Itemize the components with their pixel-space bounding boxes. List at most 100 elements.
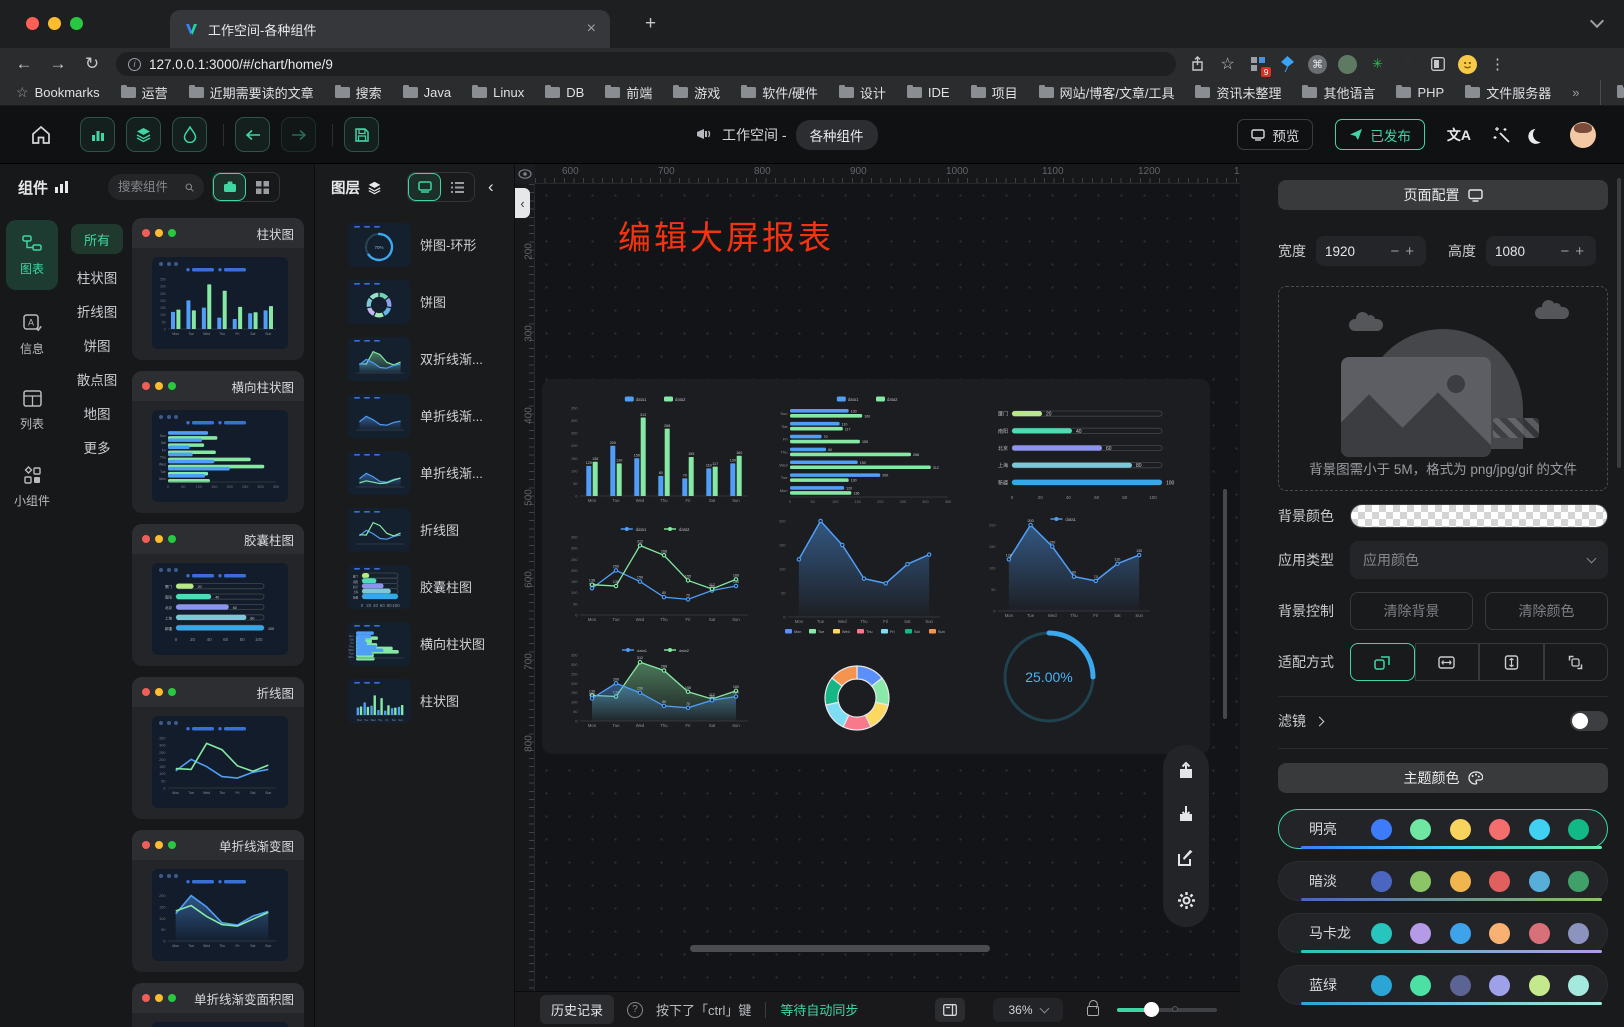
- theme-option-蓝绿[interactable]: 蓝绿: [1278, 965, 1608, 1005]
- tab-search-chevron-icon[interactable]: [1590, 14, 1604, 28]
- bookmark-item[interactable]: 游戏: [673, 83, 720, 102]
- theme-color-dot[interactable]: [1450, 923, 1471, 944]
- detail-panel-toggle-button[interactable]: [172, 117, 207, 152]
- maximize-window-button[interactable]: [70, 17, 83, 30]
- background-upload-dropzone[interactable]: 背景图需小于 5M，格式为 png/jpg/gif 的文件: [1278, 286, 1608, 491]
- dashboard-preview[interactable]: data1data2050100150200250300350Mon120136…: [542, 379, 1210, 754]
- unlock-icon[interactable]: [1087, 1006, 1099, 1016]
- theme-color-dot[interactable]: [1371, 923, 1392, 944]
- reader-mode-icon[interactable]: [1428, 55, 1447, 74]
- search-input[interactable]: [118, 180, 180, 194]
- layer-item-折线图[interactable]: 折线图: [315, 501, 514, 558]
- save-button[interactable]: [344, 117, 379, 152]
- theme-color-dot[interactable]: [1568, 975, 1589, 996]
- theme-color-dot[interactable]: [1489, 975, 1510, 996]
- background-color-swatch[interactable]: [1350, 504, 1608, 528]
- chart-capsule[interactable]: 厦门20南阳40北京60上海80新疆100020406080100: [980, 391, 1198, 515]
- minimize-window-button[interactable]: [48, 17, 61, 30]
- thumbnail-view-button[interactable]: [408, 173, 441, 201]
- height-stepper[interactable]: 1080 − +: [1486, 236, 1596, 266]
- browser-forward-icon[interactable]: →: [48, 54, 68, 74]
- chart-ring-progress[interactable]: 25.00%: [974, 607, 1144, 747]
- panel-scrollbar[interactable]: [1617, 178, 1621, 468]
- grid-view-button[interactable]: [246, 173, 279, 201]
- theme-option-马卡龙[interactable]: 马卡龙: [1278, 913, 1608, 953]
- sidebar-item-charts[interactable]: 图表: [6, 220, 58, 290]
- component-card-折线图[interactable]: 折线图050100150200250300350MonTueWedThuFriS…: [132, 677, 304, 819]
- bookmark-item[interactable]: 项目: [971, 83, 1018, 102]
- fit-width-button[interactable]: [1415, 643, 1480, 681]
- bookmark-star-icon[interactable]: ☆: [1218, 55, 1237, 74]
- sidebar-item-info[interactable]: A信息: [6, 304, 58, 366]
- address-bar[interactable]: i 127.0.0.1:3000/#/chart/home/9: [116, 52, 1176, 76]
- bookmark-item[interactable]: Linux: [472, 85, 524, 100]
- canvas-vertical-scrollbar[interactable]: [1223, 489, 1227, 719]
- category-散点图[interactable]: 散点图: [77, 369, 118, 390]
- report-panel-button[interactable]: [935, 998, 965, 1022]
- browser-tab[interactable]: 工作空间-各种组件 ×: [170, 10, 610, 48]
- user-avatar[interactable]: [1570, 122, 1596, 148]
- bookmark-item[interactable]: 设计: [839, 83, 886, 102]
- theme-color-dot[interactable]: [1529, 975, 1550, 996]
- chart-area-double[interactable]: data1data2050100150200250300350MonTueWed…: [554, 643, 756, 747]
- chart-horizontal-bar[interactable]: data1data2Sun130160Sat110117Fri70155Thu8…: [764, 391, 964, 515]
- bookmark-item[interactable]: 搜索: [335, 83, 382, 102]
- chevron-right-icon[interactable]: [1315, 716, 1325, 726]
- category-所有[interactable]: 所有: [71, 224, 123, 254]
- theme-color-dot[interactable]: [1371, 975, 1392, 996]
- decrement-icon[interactable]: −: [1387, 243, 1402, 260]
- clear-color-button[interactable]: 清除颜色: [1485, 592, 1608, 630]
- tab-close-icon[interactable]: ×: [587, 20, 596, 38]
- dark-mode-icon[interactable]: [1531, 125, 1549, 143]
- category-折线图[interactable]: 折线图: [77, 301, 118, 322]
- panel-collapse-handle[interactable]: ‹: [515, 188, 530, 218]
- browser-menu-icon[interactable]: ⋮: [1488, 55, 1507, 74]
- bookmark-item[interactable]: 资讯未整理: [1195, 83, 1281, 102]
- bookmark-item[interactable]: 文件服务器: [1465, 83, 1551, 102]
- bookmark-item[interactable]: 软件/硬件: [741, 83, 818, 102]
- export-button[interactable]: [1169, 754, 1203, 788]
- extension-green-circle-icon[interactable]: [1338, 55, 1357, 74]
- category-柱状图[interactable]: 柱状图: [77, 267, 118, 288]
- other-bookmarks[interactable]: 其他书签: [1600, 80, 1624, 106]
- magic-wand-icon[interactable]: [1493, 126, 1511, 144]
- sidebar-item-widgets[interactable]: 小组件: [6, 456, 58, 518]
- undo-button[interactable]: [235, 117, 270, 152]
- layer-item-双折线渐...[interactable]: 双折线渐...: [315, 330, 514, 387]
- bookmark-item[interactable]: 其他语言: [1302, 83, 1375, 102]
- filter-toggle[interactable]: [1570, 711, 1608, 731]
- bookmarks-root[interactable]: ☆ Bookmarks: [16, 84, 100, 101]
- canvas-text-component[interactable]: 编辑大屏报表: [618, 211, 834, 259]
- ruler-corner[interactable]: [515, 164, 535, 184]
- theme-color-dot[interactable]: [1450, 871, 1471, 892]
- home-icon[interactable]: [30, 125, 52, 145]
- publish-button[interactable]: 已发布: [1335, 119, 1425, 150]
- theme-color-dot[interactable]: [1568, 819, 1589, 840]
- width-value[interactable]: 1920: [1325, 244, 1387, 259]
- component-card-胶囊柱图[interactable]: 胶囊柱图厦门20南阳40北京60上海80新疆100020406080100: [132, 524, 304, 666]
- slider-thumb[interactable]: [1144, 1002, 1159, 1017]
- extension-asterisk-icon[interactable]: ✳: [1368, 55, 1387, 74]
- theme-color-dot[interactable]: [1450, 819, 1471, 840]
- theme-color-dot[interactable]: [1371, 871, 1392, 892]
- theme-color-dot[interactable]: [1410, 871, 1431, 892]
- layer-item-单折线渐...[interactable]: 单折线渐...: [315, 387, 514, 444]
- workspace-name-badge[interactable]: 各种组件: [796, 120, 878, 150]
- macos-traffic-lights[interactable]: [26, 17, 83, 30]
- bookmark-item[interactable]: 前端: [605, 83, 652, 102]
- new-tab-button[interactable]: +: [645, 16, 656, 32]
- fit-height-button[interactable]: [1479, 643, 1544, 681]
- sidebar-item-list[interactable]: 列表: [6, 380, 58, 442]
- component-card-单折线渐变面积图[interactable]: 单折线渐变面积图050100150200MonTueWedThuFriSatSu…: [132, 983, 304, 1027]
- theme-option-明亮[interactable]: 明亮: [1278, 809, 1608, 849]
- layer-item-柱状图[interactable]: MonTueWedThuFriSatSun柱状图: [315, 672, 514, 729]
- browser-reload-icon[interactable]: ↻: [82, 54, 102, 74]
- theme-color-dot[interactable]: [1529, 871, 1550, 892]
- component-card-单折线渐变图[interactable]: 单折线渐变图050100150200MonTueWedThuFriSatSun: [132, 830, 304, 972]
- language-icon[interactable]: 文A: [1447, 125, 1471, 145]
- chart-pie-donut[interactable]: MonTueWedThuFriSatSun: [767, 623, 967, 749]
- increment-icon[interactable]: +: [1572, 243, 1587, 260]
- zoom-select[interactable]: 36%: [993, 998, 1063, 1022]
- theme-color-dot[interactable]: [1489, 819, 1510, 840]
- chart-panel-toggle-button[interactable]: [80, 117, 115, 152]
